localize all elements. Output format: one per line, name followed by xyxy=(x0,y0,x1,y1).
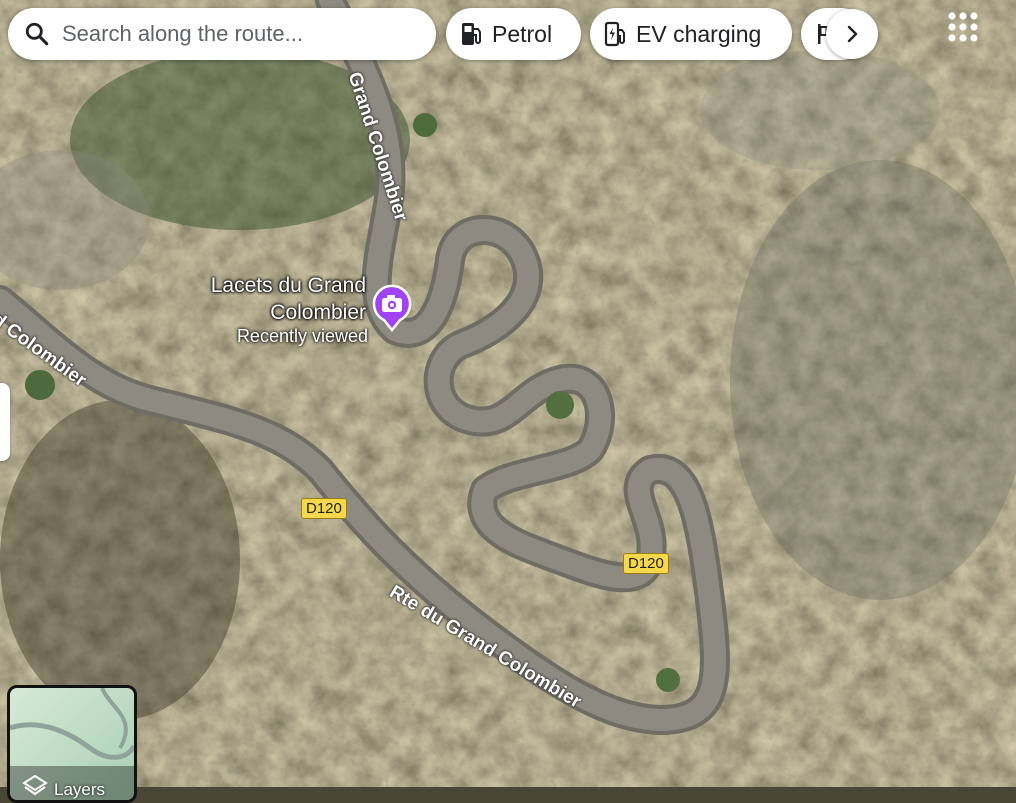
place-name-line2: Colombier xyxy=(270,301,366,324)
search-input[interactable] xyxy=(60,20,424,48)
chevron-right-icon xyxy=(847,25,858,43)
place-name-line1: Lacets du Grand xyxy=(210,274,366,297)
layers-label: Layers xyxy=(54,780,106,799)
petrol-chip[interactable]: Petrol xyxy=(446,8,581,60)
fuel-pump-icon xyxy=(462,23,481,45)
ev-charging-chip-label: EV charging xyxy=(636,20,762,47)
search-box[interactable] xyxy=(8,8,436,60)
route-shield-d120: D120 xyxy=(623,553,669,574)
layers-button[interactable]: Layers xyxy=(7,685,137,803)
place-subtitle: Recently viewed xyxy=(236,326,368,346)
chips-next-button[interactable] xyxy=(826,9,878,59)
layers-icon xyxy=(22,774,48,796)
side-panel-toggle[interactable] xyxy=(0,383,10,461)
ev-charging-chip[interactable]: EV charging xyxy=(590,8,792,60)
apps-grid-icon[interactable] xyxy=(944,8,982,46)
petrol-chip-label: Petrol xyxy=(492,20,553,47)
place-pin[interactable] xyxy=(370,284,414,332)
ev-charger-icon xyxy=(604,21,625,47)
place-name[interactable]: Lacets du Grand Colombier xyxy=(170,272,366,326)
search-icon xyxy=(25,22,49,46)
route-shield-d120: D120 xyxy=(301,498,347,519)
